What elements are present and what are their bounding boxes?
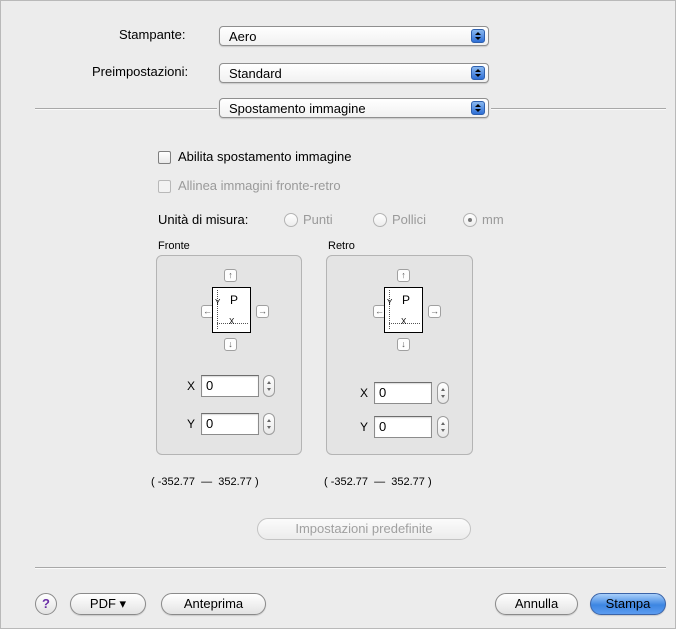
popup-arrows-icon: [471, 29, 485, 43]
front-x-input[interactable]: 0: [201, 375, 259, 397]
help-button[interactable]: ?: [35, 593, 57, 615]
back-group: ↑ ← P Y X → ↓ X 0 Y 0: [326, 255, 473, 455]
presets-value: Standard: [229, 66, 282, 81]
units-points-label: Punti: [303, 212, 333, 227]
printer-popup[interactable]: Aero: [219, 26, 489, 46]
separator-left: [35, 108, 217, 110]
front-down-arrow-button[interactable]: ↓: [224, 338, 237, 351]
back-down-arrow-button[interactable]: ↓: [397, 338, 410, 351]
back-axis-y: Y: [387, 298, 393, 307]
front-right-arrow-button[interactable]: →: [256, 305, 269, 318]
back-x-stepper[interactable]: [437, 382, 449, 404]
presets-label: Preimpostazioni:: [92, 64, 189, 79]
units-mm-label: mm: [482, 212, 504, 227]
units-points-radio[interactable]: [284, 213, 298, 227]
panel-value: Spostamento immagine: [229, 101, 366, 116]
popup-arrows-icon: [471, 66, 485, 80]
front-page-letter: P: [230, 293, 239, 307]
back-page-preview: P Y X: [384, 287, 423, 333]
front-group-title: Fronte: [158, 240, 190, 252]
bottom-separator: [35, 567, 666, 569]
back-y-stepper[interactable]: [437, 416, 449, 438]
preview-button[interactable]: Anteprima: [161, 593, 266, 615]
front-axis-x: X: [229, 317, 235, 326]
units-label: Unità di misura:: [158, 212, 249, 227]
back-axis-x: X: [401, 317, 407, 326]
front-y-stepper[interactable]: [263, 413, 275, 435]
back-range-text: ( -352.77 — 352.77 ): [324, 476, 432, 488]
front-up-arrow-button[interactable]: ↑: [224, 269, 237, 282]
front-group: ↑ ← P Y X → ↓ X 0 Y 0: [156, 255, 302, 455]
print-dialog: Stampante: Aero Preimpostazioni: Standar…: [0, 0, 676, 629]
back-group-title: Retro: [328, 240, 355, 252]
units-inches-radio[interactable]: [373, 213, 387, 227]
front-y-label: Y: [187, 417, 196, 431]
front-y-input[interactable]: 0: [201, 413, 259, 435]
presets-popup[interactable]: Standard: [219, 63, 489, 83]
enable-shift-checkbox[interactable]: [158, 151, 171, 164]
enable-shift-label: Abilita spostamento immagine: [178, 149, 352, 164]
units-inches-label: Pollici: [392, 212, 426, 227]
print-button[interactable]: Stampa: [590, 593, 666, 615]
back-y-input[interactable]: 0: [374, 416, 432, 438]
align-duplex-label: Allinea immagini fronte-retro: [178, 178, 341, 193]
panel-popup[interactable]: Spostamento immagine: [219, 98, 489, 118]
back-y-label: Y: [360, 420, 369, 434]
printer-value: Aero: [229, 29, 257, 44]
front-x-label: X: [187, 379, 196, 393]
back-x-label: X: [360, 386, 369, 400]
back-up-arrow-button[interactable]: ↑: [397, 269, 410, 282]
units-mm-radio[interactable]: [463, 213, 477, 227]
back-x-input[interactable]: 0: [374, 382, 432, 404]
front-x-stepper[interactable]: [263, 375, 275, 397]
separator-right: [491, 108, 666, 110]
popup-arrows-icon: [471, 101, 485, 115]
back-right-arrow-button[interactable]: →: [428, 305, 441, 318]
printer-label: Stampante:: [119, 27, 186, 42]
defaults-button[interactable]: Impostazioni predefinite: [257, 518, 471, 540]
front-axis-y: Y: [215, 298, 221, 307]
cancel-button[interactable]: Annulla: [495, 593, 578, 615]
front-range-text: ( -352.77 — 352.77 ): [151, 476, 259, 488]
align-duplex-checkbox[interactable]: [158, 180, 171, 193]
back-page-letter: P: [402, 293, 411, 307]
front-page-preview: P Y X: [212, 287, 251, 333]
pdf-button[interactable]: PDF ▾: [70, 593, 146, 615]
